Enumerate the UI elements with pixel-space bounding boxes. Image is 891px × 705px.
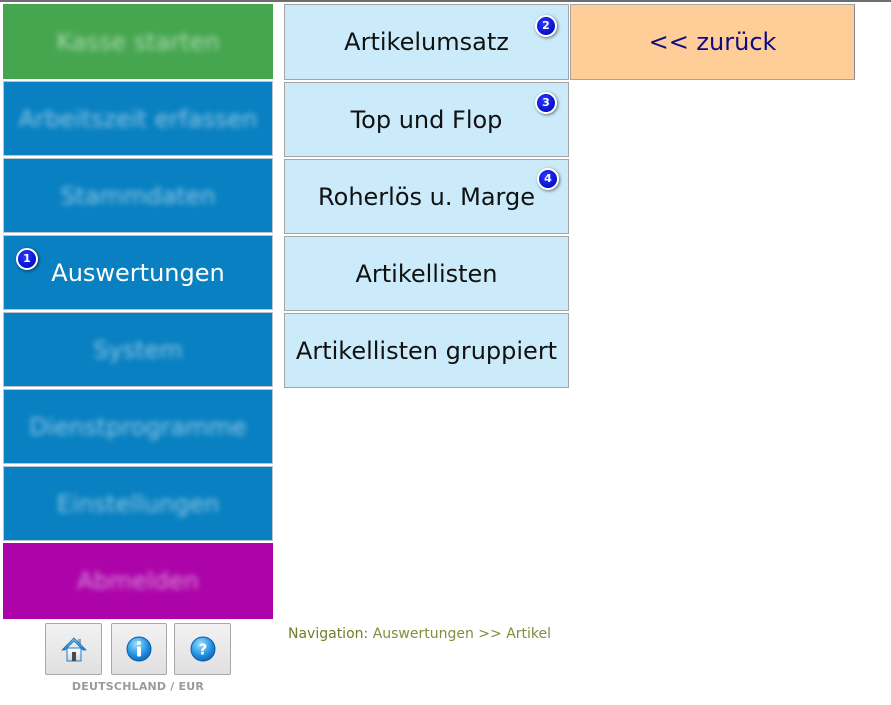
menu-abmelden[interactable]: Abmelden <box>3 543 273 619</box>
home-icon <box>60 637 87 662</box>
menu-label: System <box>93 335 183 364</box>
menu-label: Dienstprogramme <box>29 412 247 441</box>
home-button[interactable] <box>45 623 102 675</box>
menu-dienstprogramme[interactable]: Dienstprogramme <box>3 389 273 464</box>
menu-system[interactable]: System <box>3 312 273 387</box>
submenu-label: Top und Flop <box>350 105 503 134</box>
step-badge-4: 4 <box>537 168 559 190</box>
step-badge-2: 2 <box>535 15 557 37</box>
help-button[interactable]: ? <box>174 623 231 675</box>
locale-label: DEUTSCHLAND / EUR <box>71 680 205 693</box>
menu-label: Kasse starten <box>56 27 220 56</box>
info-button[interactable] <box>111 623 167 675</box>
top-divider <box>0 0 891 2</box>
back-button[interactable]: << zurück <box>570 4 855 80</box>
breadcrumb-path: Auswertungen >> Artikel <box>372 626 552 642</box>
breadcrumb-label: Navigation: <box>288 626 369 642</box>
submenu-artikelumsatz[interactable]: Artikelumsatz 2 <box>284 4 569 80</box>
menu-label: Abmelden <box>77 567 199 595</box>
menu-kasse-starten[interactable]: Kasse starten <box>3 4 273 79</box>
info-icon <box>126 636 152 662</box>
menu-label: Einstellungen <box>56 489 220 518</box>
menu-label: Stammdaten <box>60 181 216 210</box>
step-badge-1: 1 <box>16 248 38 270</box>
step-badge-3: 3 <box>535 92 557 114</box>
submenu-label: Artikellisten gruppiert <box>295 336 558 365</box>
submenu-top-und-flop[interactable]: Top und Flop 3 <box>284 82 569 157</box>
submenu-artikellisten[interactable]: Artikellisten <box>284 236 569 311</box>
menu-stammdaten[interactable]: Stammdaten <box>3 158 273 233</box>
menu-label: Auswertungen <box>51 258 225 287</box>
submenu-roherloes-marge[interactable]: Roherlös u. Marge 4 <box>284 159 569 234</box>
submenu-label: Artikelumsatz <box>344 28 509 56</box>
breadcrumb: Navigation: Auswertungen >> Artikel <box>288 626 551 642</box>
menu-label: Arbeitszeit erfassen <box>18 104 258 133</box>
help-icon: ? <box>190 636 215 662</box>
submenu-label: Roherlös u. Marge <box>318 182 535 211</box>
back-label: << zurück <box>648 28 777 56</box>
menu-einstellungen[interactable]: Einstellungen <box>3 466 273 541</box>
svg-text:?: ? <box>198 641 207 659</box>
submenu-label: Artikellisten <box>355 259 498 288</box>
menu-auswertungen[interactable]: 1 Auswertungen <box>3 235 273 310</box>
submenu-artikellisten-gruppiert[interactable]: Artikellisten gruppiert <box>284 313 569 388</box>
menu-arbeitszeit-erfassen[interactable]: Arbeitszeit erfassen <box>3 81 273 156</box>
